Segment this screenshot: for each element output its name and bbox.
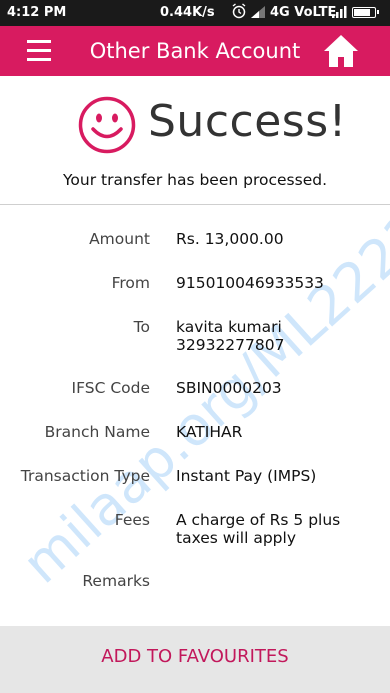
detail-value: SBIN0000203 bbox=[176, 379, 282, 397]
signal-strength-icon-2 bbox=[332, 6, 348, 22]
detail-value: KATIHAR bbox=[176, 423, 243, 441]
detail-value: 915010046933533 bbox=[176, 274, 324, 292]
beneficiary-account: 32932277807 bbox=[176, 336, 285, 354]
detail-label: Branch Name bbox=[44, 423, 150, 441]
add-to-favourites-button[interactable]: ADD TO FAVOURITES bbox=[0, 626, 390, 693]
home-icon[interactable] bbox=[323, 34, 359, 68]
detail-value: Instant Pay (IMPS) bbox=[176, 467, 317, 485]
smiley-face-icon bbox=[78, 96, 136, 154]
detail-value: A charge of Rs 5 plus taxes will apply bbox=[176, 511, 340, 547]
detail-label: From bbox=[111, 274, 150, 292]
signal-strength-icon bbox=[251, 6, 265, 22]
beneficiary-name: kavita kumari bbox=[176, 318, 282, 336]
alarm-icon bbox=[232, 3, 246, 23]
app-bar: Other Bank Account bbox=[0, 26, 390, 76]
status-bar: 4:12 PM 0.44K/s 4G VoLTE bbox=[0, 0, 390, 26]
success-title: Success! bbox=[148, 96, 347, 147]
detail-label: To bbox=[133, 318, 150, 336]
success-message: Your transfer has been processed. bbox=[62, 171, 327, 189]
network-type: 4G VoLTE bbox=[270, 5, 337, 20]
detail-label: Amount bbox=[89, 230, 150, 248]
battery-fill bbox=[354, 9, 370, 16]
detail-label: Transaction Type bbox=[20, 467, 150, 485]
footer-bar: ADD TO FAVOURITES bbox=[0, 626, 390, 693]
detail-value: kavita kumari 32932277807 bbox=[176, 318, 284, 354]
status-time: 4:12 PM bbox=[7, 5, 67, 20]
battery-icon bbox=[352, 7, 379, 18]
fees-line-1: A charge of Rs 5 plus bbox=[176, 511, 341, 529]
fees-line-2: taxes will apply bbox=[176, 529, 296, 547]
detail-value: Rs. 13,000.00 bbox=[176, 230, 284, 248]
detail-label: Fees bbox=[114, 511, 150, 529]
detail-label: IFSC Code bbox=[71, 379, 150, 397]
divider bbox=[0, 204, 390, 205]
status-network-speed: 0.44K/s bbox=[160, 5, 215, 20]
detail-label: Remarks bbox=[82, 572, 150, 590]
